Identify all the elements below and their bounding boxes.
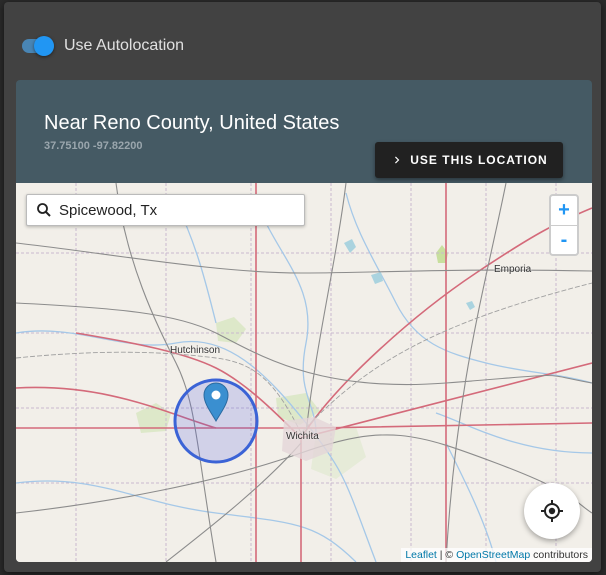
location-coords: 37.75100 -97.82200 [44,140,143,152]
autolocation-row: Use Autolocation [18,32,184,60]
toggle-thumb [34,36,54,56]
search-input[interactable] [57,200,291,220]
city-label-emporia: Emporia [494,264,532,275]
use-location-button[interactable]: USE THIS LOCATION [375,142,563,178]
city-label-hutchinson: Hutchinson [170,345,221,356]
crosshair-icon [541,500,563,522]
attribution-separator: | © [436,549,457,561]
zoom-in-button[interactable]: + [551,196,577,226]
city-label-wichita: Wichita [286,431,319,442]
map-view[interactable]: Emporia Hutchinson Wichita + - [16,183,592,562]
attribution-suffix: contributors [530,549,588,561]
autolocation-toggle[interactable] [18,34,58,58]
leaflet-link[interactable]: Leaflet [405,549,437,561]
chevron-right-icon [395,156,400,164]
autolocation-label: Use Autolocation [64,37,185,54]
zoom-out-button[interactable]: - [551,226,577,255]
zoom-control: + - [549,194,579,256]
search-icon [37,203,51,217]
map-tiles [16,183,592,562]
locate-me-button[interactable] [524,483,580,539]
map-search-box [26,194,305,226]
location-title: Near Reno County, United States [44,112,340,134]
location-dialog: Use Autolocation Near Reno County, Unite… [4,2,601,572]
osm-link[interactable]: OpenStreetMap [456,549,530,561]
use-location-label: USE THIS LOCATION [410,153,548,167]
map-attribution: Leaflet | © OpenStreetMap contributors [401,548,592,562]
location-card: Near Reno County, United States 37.75100… [16,80,592,562]
